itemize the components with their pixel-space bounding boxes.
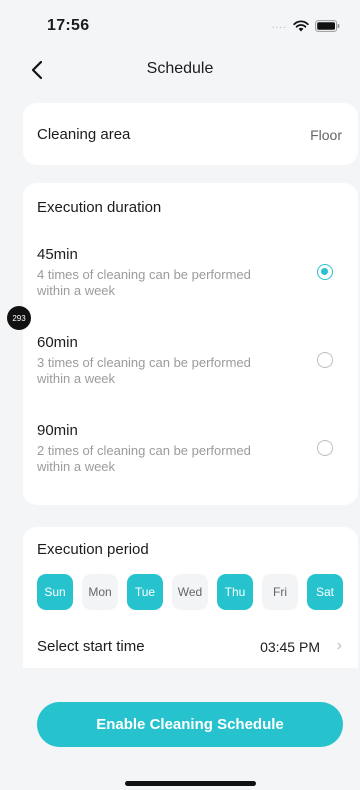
radio-selected[interactable] [317,264,333,280]
day-mon[interactable]: Mon [82,574,118,610]
duration-option-45min[interactable]: 45min 4 times of cleaning can be perform… [23,246,358,316]
duration-option-60min[interactable]: 60min 3 times of cleaning can be perform… [23,334,358,404]
day-wed[interactable]: Wed [172,574,208,610]
day-fri[interactable]: Fri [262,574,298,610]
home-indicator [125,781,256,786]
day-sat[interactable]: Sat [307,574,343,610]
duration-option-desc: 3 times of cleaning can be performed wit… [37,355,251,386]
counter-badge: 293 [7,306,31,330]
duration-option-title: 45min [37,246,78,263]
execution-duration-title: Execution duration [37,199,162,216]
start-time-row[interactable]: Select start time 03:45 PM › [23,635,358,665]
radio-unselected[interactable] [317,440,333,456]
signal-dots: .... [271,20,287,31]
day-selector: Sun Mon Tue Wed Thu Fri Sat [37,574,343,610]
day-thu[interactable]: Thu [217,574,253,610]
execution-period-title: Execution period [37,541,149,558]
day-tue[interactable]: Tue [127,574,163,610]
status-icons: .... [272,20,340,32]
start-time-value: 03:45 PM [260,639,320,655]
execution-duration-card: Execution duration 45min 4 times of clea… [23,183,358,505]
chevron-right-icon: › [336,637,342,654]
cleaning-area-row[interactable]: Cleaning area Floor [23,103,358,165]
duration-option-title: 90min [37,422,78,439]
day-sun[interactable]: Sun [37,574,73,610]
execution-period-card: Execution period Sun Mon Tue Wed Thu Fri… [23,527,358,668]
wifi-icon [293,20,309,32]
start-time-label: Select start time [37,638,145,655]
duration-option-90min[interactable]: 90min 2 times of cleaning can be perform… [23,422,358,492]
battery-icon [315,20,340,32]
radio-unselected[interactable] [317,352,333,368]
enable-schedule-button[interactable]: Enable Cleaning Schedule [37,702,343,747]
cleaning-area-value: Floor [310,127,342,143]
status-time: 17:56 [47,17,90,34]
duration-option-desc: 2 times of cleaning can be performed wit… [37,443,251,474]
duration-option-title: 60min [37,334,78,351]
cleaning-area-label: Cleaning area [37,126,131,143]
page-title: Schedule [146,60,214,77]
duration-option-desc: 4 times of cleaning can be performed wit… [37,267,251,298]
nav-bar: Schedule [0,52,360,96]
status-bar: 17:56 .... [0,0,360,52]
